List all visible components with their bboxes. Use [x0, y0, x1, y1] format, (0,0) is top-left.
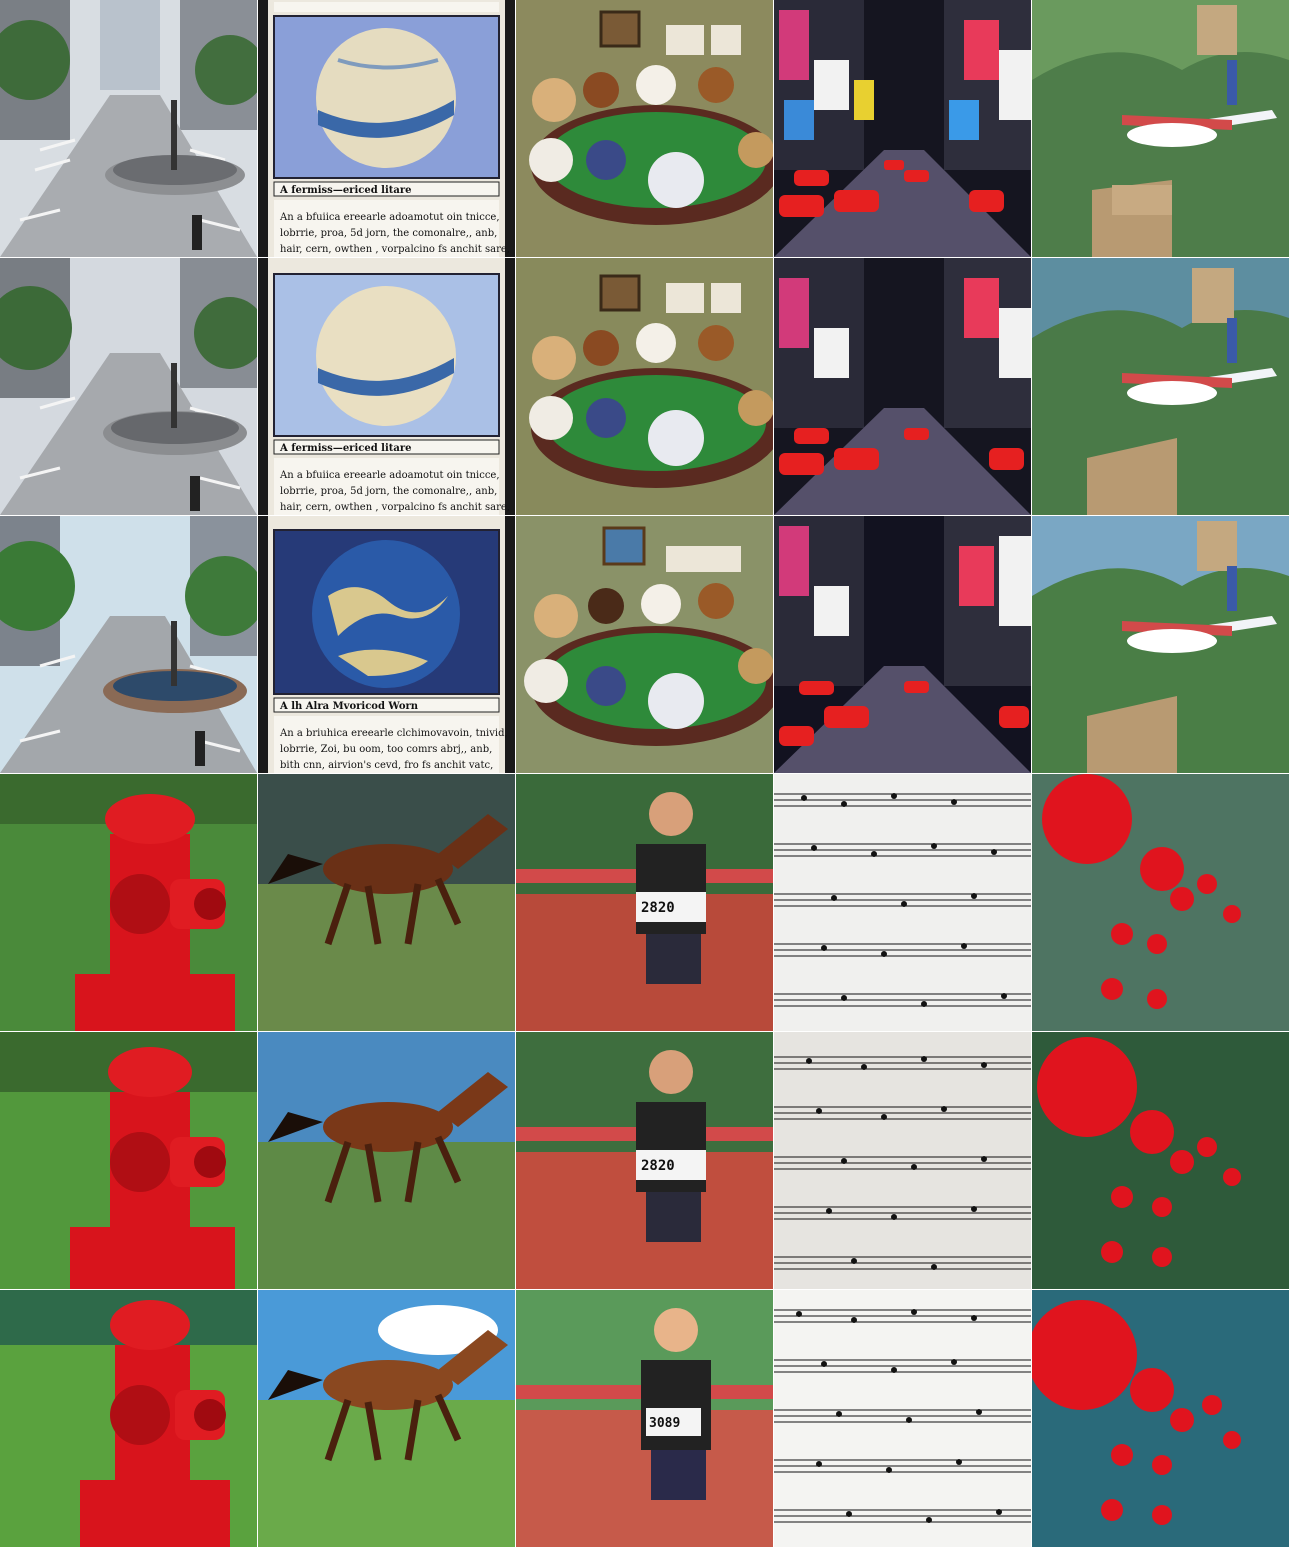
red-ornaments-trees-image	[1032, 1032, 1289, 1289]
marathon-runner-image: 2820	[516, 1032, 773, 1289]
galloping-horse-image	[258, 1032, 515, 1289]
red-ornaments-trees-image	[1032, 1290, 1289, 1547]
dogs-playing-poker-image	[516, 516, 773, 773]
card-text-line: hair, cern, owthen , vorpalcino fs anchi…	[280, 502, 510, 513]
trading-card-globe-image: A lh Alra Mvoricod Worn An a briuhica er…	[258, 516, 515, 773]
sheet-music-image	[774, 774, 1031, 1031]
card-text-line: hair, cern, owthen , vorpalcino fs anchi…	[280, 244, 510, 255]
sheet-music-image	[774, 1032, 1031, 1289]
sheet-music-image	[774, 1290, 1031, 1547]
trading-card-globe-image: A fermiss—ericed litare An a bfuiica ere…	[258, 0, 515, 257]
card-text-line: lobrrie, Zoi, bu oom, too comrs abrj,, a…	[280, 744, 492, 755]
card-title: A fermiss—ericed litare	[279, 443, 412, 454]
card-text-line: lobrrie, proa, 5d jorn, the comonalre,, …	[280, 228, 497, 239]
card-text-line: lobrrie, proa, 5d jorn, the comonalre,, …	[280, 486, 497, 497]
city-street-roundabout-image	[0, 258, 257, 515]
city-street-roundabout-image	[0, 516, 257, 773]
red-fire-hydrant-image	[0, 1290, 257, 1547]
trading-card-globe-image: A fermiss—ericed litare An a bfuiica ere…	[258, 258, 515, 515]
galloping-horse-image	[258, 1290, 515, 1547]
times-square-traffic-image	[774, 258, 1031, 515]
galloping-horse-image	[258, 774, 515, 1031]
red-fire-hydrant-image	[0, 1032, 257, 1289]
marathon-runner-image: 3089	[516, 1290, 773, 1547]
runner-bib: 3089	[649, 1416, 680, 1431]
marathon-runner-image: 2820	[516, 774, 773, 1031]
card-text-line: An a bfuiica ereearle adoamotut oin tnic…	[279, 470, 500, 481]
card-text-line: bith cnn, airvion's cevd, fro fs anchit …	[280, 760, 493, 771]
red-fire-hydrant-image	[0, 774, 257, 1031]
airplane-great-wall-image	[1032, 258, 1289, 515]
image-grid: A fermiss—ericed litare An a bfuiica ere…	[0, 0, 1292, 1547]
airplane-great-wall-image	[1032, 516, 1289, 773]
dogs-playing-poker-image	[516, 0, 773, 257]
card-title: A fermiss—ericed litare	[279, 185, 412, 196]
city-street-roundabout-image	[0, 0, 257, 257]
card-text-line: An a briuhica ereearle clchimovavoin, tn…	[279, 728, 508, 739]
card-title: A lh Alra Mvoricod Worn	[279, 701, 419, 712]
times-square-traffic-image	[774, 516, 1031, 773]
red-ornaments-trees-image	[1032, 774, 1289, 1031]
airplane-great-wall-image	[1032, 0, 1289, 257]
runner-bib: 2820	[641, 900, 675, 916]
card-text-line: An a bfuiica ereearle adoamotut oin tnic…	[279, 212, 500, 223]
times-square-traffic-image	[774, 0, 1031, 257]
dogs-playing-poker-image	[516, 258, 773, 515]
runner-bib: 2820	[641, 1158, 675, 1174]
